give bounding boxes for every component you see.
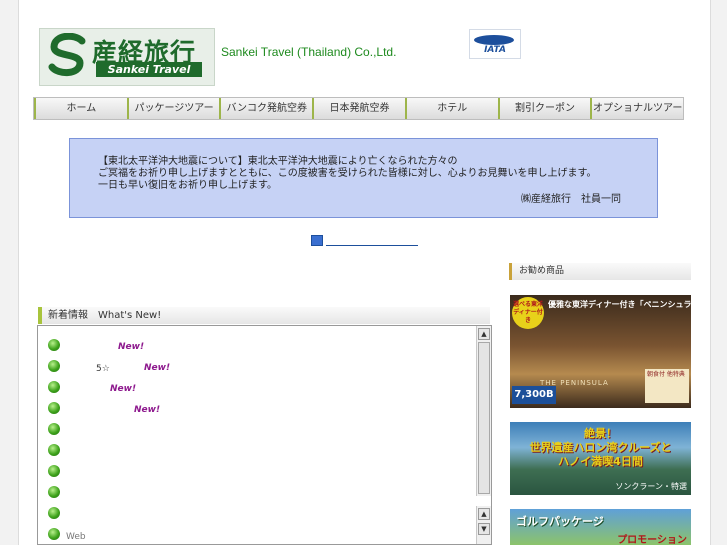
- list-item[interactable]: [48, 401, 60, 415]
- product-side-note: 朝食付 他特典: [645, 369, 689, 403]
- nav-bangkok-flights[interactable]: バンコク発航空券: [219, 98, 313, 119]
- nav-japan-flights[interactable]: 日本発航空券: [312, 98, 405, 119]
- scrollbar-upper[interactable]: ▲: [476, 326, 491, 496]
- scroll-down-icon[interactable]: ▼: [478, 523, 490, 535]
- product-price: 7,300B: [512, 386, 556, 404]
- product-title-line-1: 絶景！: [584, 427, 617, 440]
- item-text-web: Web: [66, 532, 86, 542]
- iata-text: IATA: [484, 45, 506, 55]
- product-badge: 選べる東洋ディナー付き: [512, 297, 544, 329]
- list-item[interactable]: [48, 380, 60, 394]
- list-item[interactable]: [48, 359, 60, 373]
- product-title: 優雅な東洋ディナー付き「ペニンシュラバンコク」: [548, 300, 691, 309]
- whats-new-list: New! 5☆ New! New! New! Web ▲ ▲ ▼: [37, 325, 492, 545]
- green-bullet-icon: [48, 465, 60, 477]
- product-title: 絶景！ 世界遺産ハロン湾クルーズと ハノイ満喫4日間: [510, 427, 691, 469]
- green-bullet-icon: [48, 423, 60, 435]
- banner-link[interactable]: [311, 233, 418, 247]
- list-item[interactable]: [48, 506, 60, 520]
- sankei-logo[interactable]: 産経旅行 Sankei Travel: [39, 28, 215, 86]
- new-badge: New!: [134, 405, 161, 415]
- main-navigation: ホーム パッケージツアー バンコク発航空券 日本発航空券 ホテル 割引クーポン …: [33, 97, 684, 120]
- green-bullet-icon: [48, 360, 60, 372]
- scroll-up-icon[interactable]: ▲: [478, 328, 490, 340]
- green-bullet-icon: [48, 339, 60, 351]
- nav-optional-tour[interactable]: オプショナルツアー: [590, 98, 684, 119]
- green-bullet-icon: [48, 402, 60, 414]
- company-name: Sankei Travel (Thailand) Co.,Ltd.: [221, 45, 397, 59]
- product-banner-peninsula[interactable]: 選べる東洋ディナー付き 優雅な東洋ディナー付き「ペニンシュラバンコク」 THE …: [510, 295, 691, 408]
- green-bullet-icon: [48, 486, 60, 498]
- logo-s-mark-icon: [48, 33, 86, 76]
- nav-hotel[interactable]: ホテル: [404, 98, 498, 119]
- green-bullet-icon: [48, 507, 60, 519]
- list-item[interactable]: [48, 464, 60, 478]
- notice-line-3: 一日も早い復旧をお祈り申し上げます。: [98, 180, 277, 191]
- notice-line-1: 【東北太平洋沖大地震について】東北太平洋沖大地震により亡くなられた方々の: [98, 156, 458, 167]
- earthquake-notice: 【東北太平洋沖大地震について】東北太平洋沖大地震により亡くなられた方々の ご冥福…: [69, 138, 658, 218]
- green-bullet-icon: [48, 381, 60, 393]
- nav-home[interactable]: ホーム: [34, 98, 127, 119]
- logo-english-text: Sankei Travel: [96, 62, 202, 77]
- nav-discount-coupon[interactable]: 割引クーポン: [497, 98, 591, 119]
- green-bullet-icon: [48, 528, 60, 540]
- scrollbar-lower[interactable]: ▲ ▼: [476, 506, 491, 544]
- product-subtitle: プロモーション: [617, 535, 687, 545]
- list-item[interactable]: [48, 338, 60, 352]
- iata-globe-icon: [474, 35, 514, 45]
- list-item[interactable]: [48, 443, 60, 457]
- list-item[interactable]: [48, 422, 60, 436]
- new-badge: New!: [110, 384, 137, 394]
- notice-line-2: ご冥福をお祈り申し上げますとともに、この度被害を受けられた皆様に対し、心よりお見…: [98, 168, 597, 179]
- product-title: ゴルフパッケージ: [516, 515, 604, 528]
- broken-image-icon: [311, 234, 323, 246]
- recommended-heading: お勧め商品: [509, 263, 691, 280]
- product-banner-golf[interactable]: ゴルフパッケージ プロモーション: [510, 509, 691, 545]
- whats-new-heading: 新着情報 What's New!: [38, 307, 490, 324]
- product-caption: ソンクラーン・特選: [615, 482, 687, 491]
- product-title-line-3: ハノイ満喫4日間: [558, 455, 643, 468]
- item-text-5star: 5☆: [96, 364, 110, 374]
- product-banner-halong[interactable]: 絶景！ 世界遺産ハロン湾クルーズと ハノイ満喫4日間 ソンクラーン・特選: [510, 422, 691, 495]
- new-badge: New!: [118, 342, 145, 352]
- nav-package-tour[interactable]: パッケージツアー: [126, 98, 220, 119]
- notice-signature: ㈱産経旅行 社員一同: [521, 194, 621, 205]
- link-underline: [326, 245, 418, 246]
- list-item[interactable]: [48, 527, 60, 541]
- new-badge: New!: [144, 363, 171, 373]
- page-container: 産経旅行 Sankei Travel Sankei Travel (Thaila…: [18, 0, 711, 545]
- scroll-up-icon[interactable]: ▲: [478, 508, 490, 520]
- list-item[interactable]: [48, 485, 60, 499]
- iata-logo: IATA: [469, 29, 521, 59]
- product-title-line-2: 世界遺産ハロン湾クルーズと: [529, 441, 672, 454]
- green-bullet-icon: [48, 444, 60, 456]
- scrollbar-thumb[interactable]: [478, 342, 490, 494]
